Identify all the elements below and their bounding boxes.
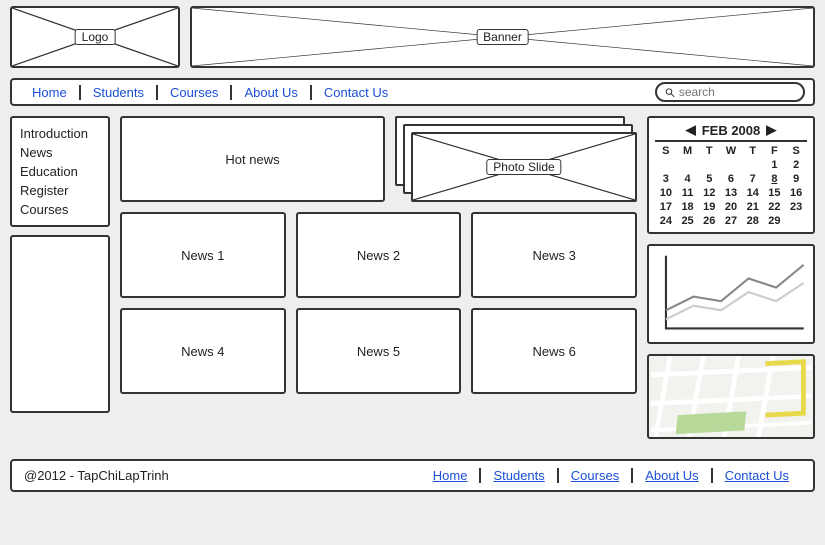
logo-label: Logo — [75, 29, 116, 45]
calendar-day[interactable]: 29 — [764, 214, 786, 228]
calendar-day[interactable]: 26 — [698, 214, 720, 228]
sidebar-item-education[interactable]: Education — [20, 162, 100, 181]
calendar-day[interactable]: 12 — [698, 186, 720, 200]
news-card-5[interactable]: News 5 — [296, 308, 462, 394]
logo-placeholder: Logo — [10, 6, 180, 68]
footer-link-courses[interactable]: Courses — [559, 468, 633, 483]
sidebar-item-introduction[interactable]: Introduction — [20, 124, 100, 143]
calendar-day[interactable]: 21 — [742, 200, 764, 214]
sidebar-menu: IntroductionNewsEducationRegisterCourses — [10, 116, 110, 227]
news-card-label: News 3 — [532, 248, 575, 263]
calendar-dow: S — [655, 144, 677, 158]
news-card-3[interactable]: News 3 — [471, 212, 637, 298]
calendar-day[interactable]: 17 — [655, 200, 677, 214]
calendar-day[interactable]: 14 — [742, 186, 764, 200]
calendar-day[interactable]: 23 — [785, 200, 807, 214]
nav-item-contact-us[interactable]: Contact Us — [312, 85, 400, 100]
calendar-dow: W — [720, 144, 742, 158]
map-widget[interactable] — [647, 354, 815, 439]
news-card-label: News 1 — [181, 248, 224, 263]
calendar-day[interactable]: 20 — [720, 200, 742, 214]
news-card-label: News 2 — [357, 248, 400, 263]
calendar-dow: S — [785, 144, 807, 158]
footer-link-about-us[interactable]: About Us — [633, 468, 712, 483]
calendar-day[interactable]: 25 — [677, 214, 699, 228]
calendar-day[interactable]: 27 — [720, 214, 742, 228]
news-card-4[interactable]: News 4 — [120, 308, 286, 394]
calendar-prev-icon[interactable]: ◀ — [686, 122, 696, 138]
calendar-day[interactable]: 8 — [764, 172, 786, 186]
sidebar-item-news[interactable]: News — [20, 143, 100, 162]
chart-widget — [647, 244, 815, 344]
search-input[interactable] — [679, 85, 795, 99]
photo-slide-label: Photo Slide — [486, 159, 561, 175]
banner-placeholder: Banner — [190, 6, 815, 68]
news-card-label: News 5 — [357, 344, 400, 359]
calendar-day[interactable]: 5 — [698, 172, 720, 186]
banner-label: Banner — [476, 29, 529, 45]
calendar-day[interactable]: 6 — [720, 172, 742, 186]
calendar-day[interactable]: 3 — [655, 172, 677, 186]
calendar-day[interactable]: 16 — [785, 186, 807, 200]
search-field[interactable] — [655, 82, 805, 102]
calendar-dow: T — [742, 144, 764, 158]
calendar-day[interactable]: 7 — [742, 172, 764, 186]
calendar-day[interactable]: 1 — [764, 158, 786, 172]
calendar-day[interactable]: 24 — [655, 214, 677, 228]
news-card-2[interactable]: News 2 — [296, 212, 462, 298]
nav-item-home[interactable]: Home — [20, 85, 81, 100]
calendar-title: FEB 2008 — [702, 123, 761, 138]
main-nav: HomeStudentsCoursesAbout UsContact Us — [10, 78, 815, 106]
footer: @2012 - TapChiLapTrinh HomeStudentsCours… — [10, 459, 815, 492]
footer-link-students[interactable]: Students — [481, 468, 558, 483]
calendar-day[interactable]: 19 — [698, 200, 720, 214]
calendar-dow: T — [698, 144, 720, 158]
calendar-dow: M — [677, 144, 699, 158]
calendar-day[interactable]: 18 — [677, 200, 699, 214]
nav-item-courses[interactable]: Courses — [158, 85, 232, 100]
hot-news-panel[interactable]: Hot news — [120, 116, 385, 202]
footer-copyright: @2012 - TapChiLapTrinh — [24, 468, 169, 483]
photo-slide[interactable]: Photo Slide — [395, 116, 637, 202]
nav-item-students[interactable]: Students — [81, 85, 158, 100]
calendar-day[interactable]: 10 — [655, 186, 677, 200]
news-card-label: News 6 — [532, 344, 575, 359]
calendar-day[interactable]: 2 — [785, 158, 807, 172]
sidebar-item-register[interactable]: Register — [20, 181, 100, 200]
hot-news-label: Hot news — [225, 152, 279, 167]
news-card-1[interactable]: News 1 — [120, 212, 286, 298]
calendar-widget[interactable]: ◀ FEB 2008 ▶ SMTWTFS 1234567891011121314… — [647, 116, 815, 234]
calendar-day[interactable]: 28 — [742, 214, 764, 228]
calendar-next-icon[interactable]: ▶ — [766, 122, 776, 138]
calendar-day[interactable]: 15 — [764, 186, 786, 200]
calendar-day[interactable]: 9 — [785, 172, 807, 186]
sidebar-empty-panel — [10, 235, 110, 413]
calendar-day[interactable]: 11 — [677, 186, 699, 200]
news-card-label: News 4 — [181, 344, 224, 359]
calendar-day[interactable]: 4 — [677, 172, 699, 186]
calendar-dow: F — [764, 144, 786, 158]
nav-item-about-us[interactable]: About Us — [232, 85, 311, 100]
news-card-6[interactable]: News 6 — [471, 308, 637, 394]
sidebar-item-courses[interactable]: Courses — [20, 200, 100, 219]
calendar-day[interactable]: 13 — [720, 186, 742, 200]
search-icon — [665, 87, 675, 98]
footer-link-contact-us[interactable]: Contact Us — [713, 468, 801, 483]
calendar-day[interactable]: 22 — [764, 200, 786, 214]
footer-link-home[interactable]: Home — [421, 468, 482, 483]
